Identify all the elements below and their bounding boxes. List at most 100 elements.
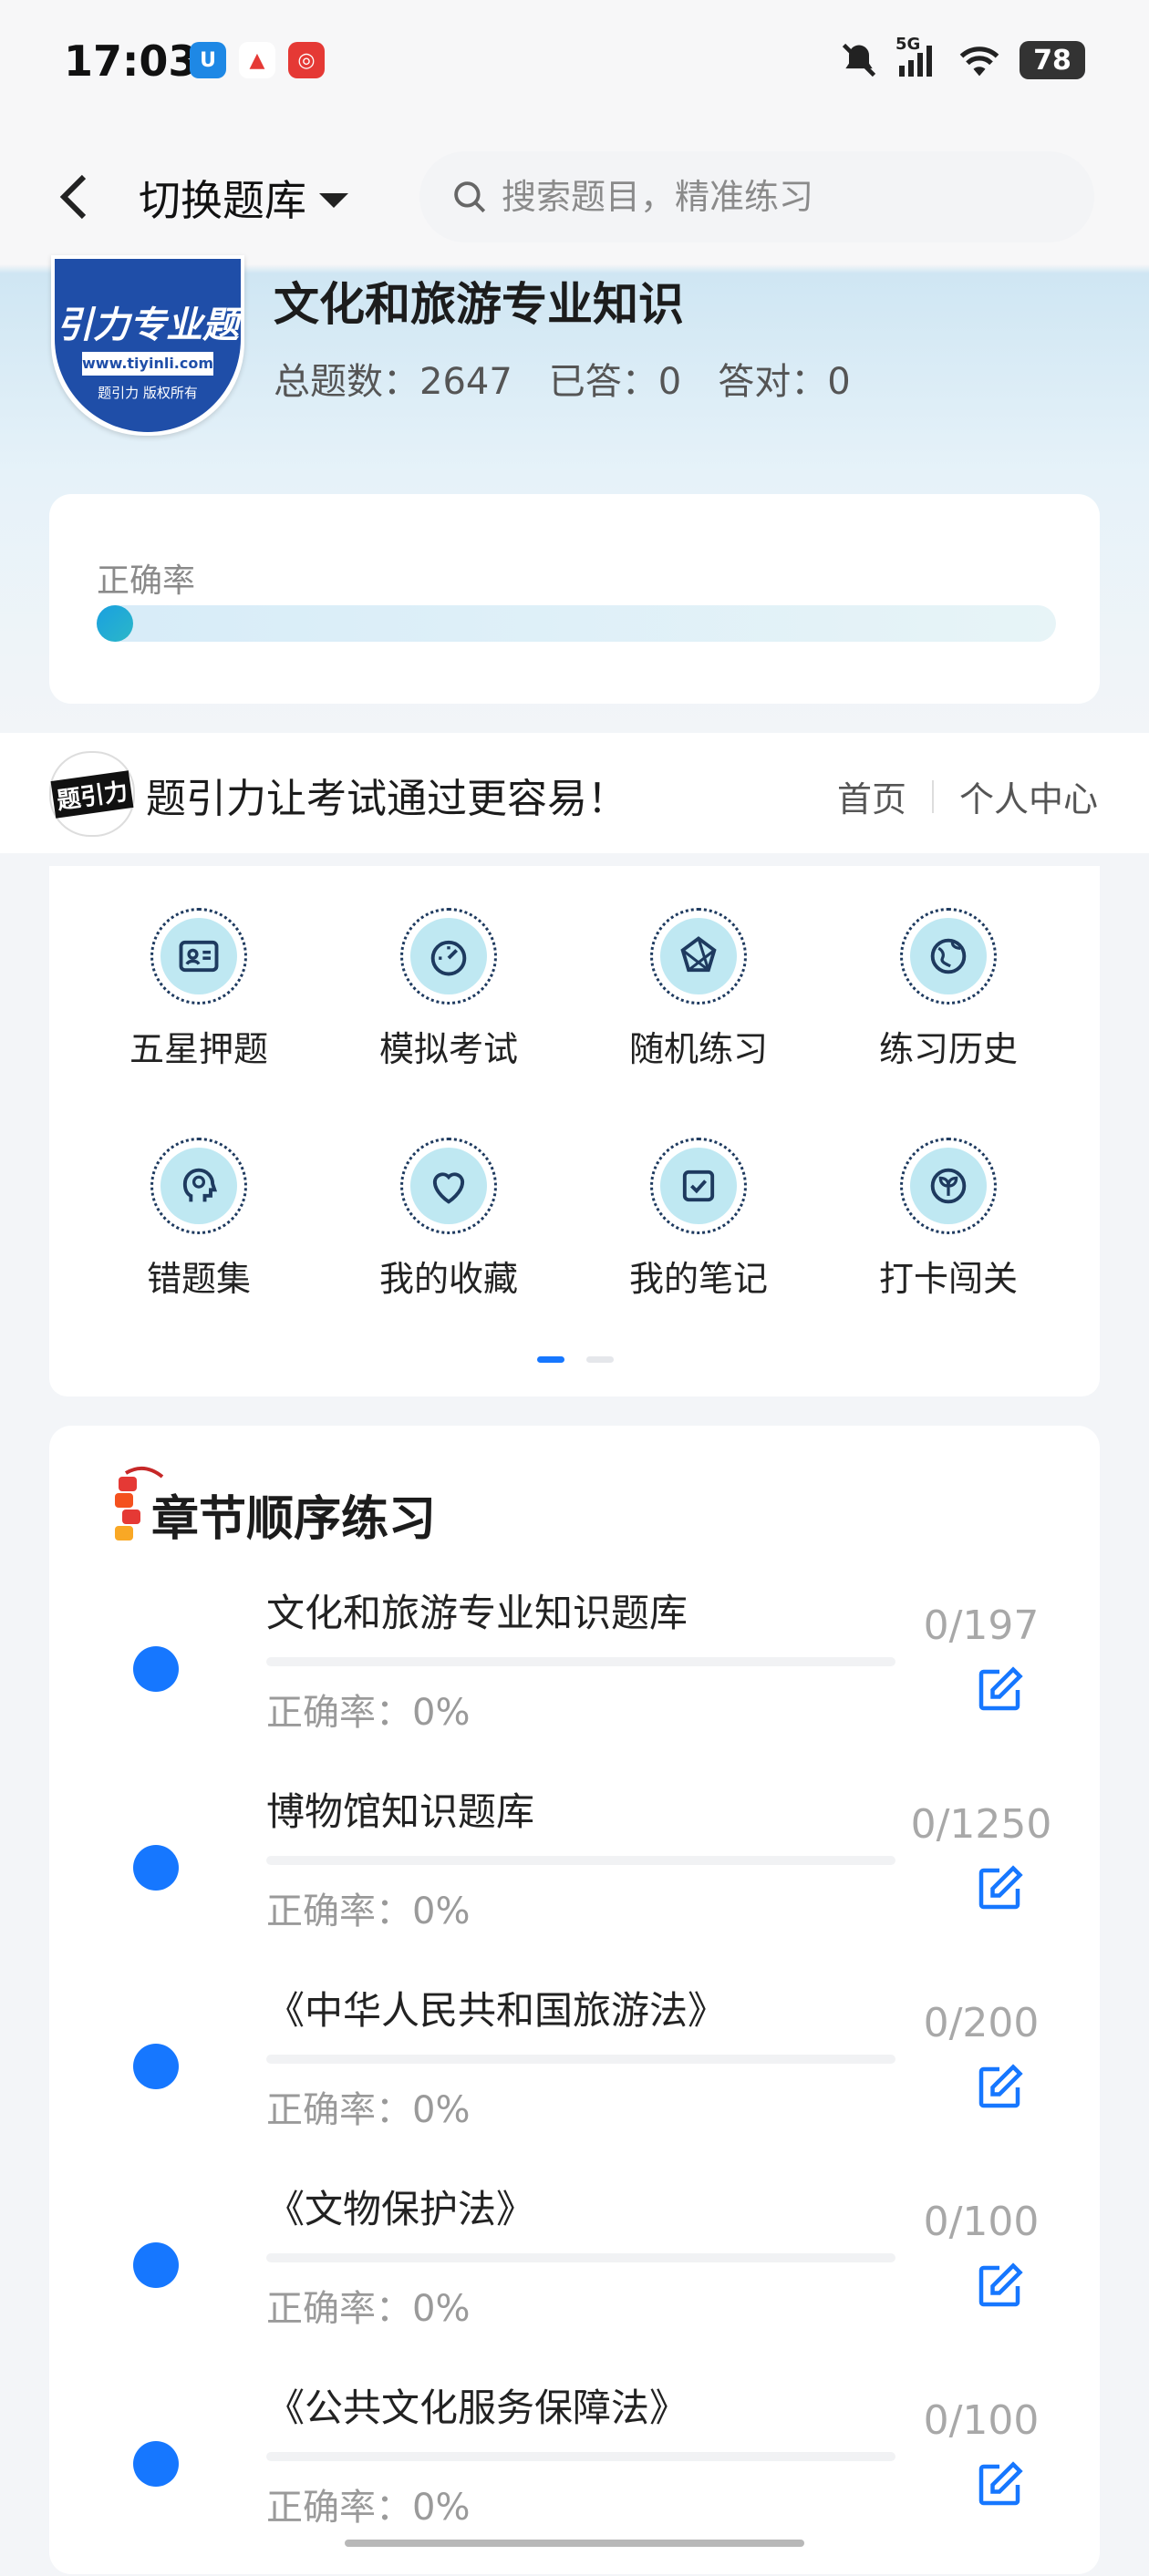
- correct-count: 答对：0: [718, 361, 851, 403]
- search-icon: [454, 181, 486, 213]
- status-bar: 17:03 U ▲ ◎ 5G 78: [0, 0, 1149, 128]
- chapter-section-title: 章节顺序练习: [151, 1492, 437, 1547]
- chapter-name: 《中华人民共和国旅游法》: [266, 1988, 727, 2033]
- answered-count: 已答：0: [548, 361, 682, 403]
- signal-icon: 5G: [895, 35, 939, 80]
- feature-label: 五星押题: [129, 1029, 268, 1069]
- globe-icon: [930, 938, 967, 974]
- brand-logo: 题引力: [49, 751, 135, 837]
- chapter-name: 《公共文化服务保障法》: [266, 2385, 688, 2430]
- accuracy-card: 正确率: [49, 494, 1100, 704]
- feature-wrong-answers[interactable]: 错题集: [89, 1138, 308, 1301]
- chapter-name: 《文物保护法》: [266, 2187, 535, 2231]
- sprout-icon: [930, 1168, 967, 1204]
- home-indicator[interactable]: [345, 2540, 804, 2547]
- search-input[interactable]: [500, 176, 1051, 218]
- chapter-dot: [133, 2242, 179, 2288]
- mute-bell-icon: [842, 43, 876, 77]
- feature-notes[interactable]: 我的笔记: [589, 1138, 808, 1301]
- bank-title: 文化和旅游专业知识: [274, 278, 684, 331]
- feature-practice-history[interactable]: 练习历史: [839, 908, 1058, 1071]
- edit-icon[interactable]: [972, 2060, 1027, 2115]
- chapter-count: 0/200: [923, 2000, 1040, 2046]
- chapter-count: 0/100: [923, 2397, 1040, 2444]
- chapter-accuracy: 正确率：0%: [266, 1692, 471, 1734]
- edit-icon[interactable]: [972, 1861, 1027, 1916]
- feature-label: 模拟考试: [378, 1029, 518, 1069]
- feature-random-practice[interactable]: 随机练习: [589, 908, 808, 1071]
- edit-icon[interactable]: [972, 1663, 1027, 1717]
- accuracy-progress-fill: [97, 605, 133, 642]
- feature-label: 练习历史: [878, 1029, 1018, 1069]
- feature-mock-exam[interactable]: 模拟考试: [339, 908, 558, 1071]
- logo-url-text: www.tiyinli.com: [82, 352, 213, 376]
- chapter-name: 文化和旅游专业知识题库: [266, 1591, 688, 1635]
- heart-icon: [432, 1172, 465, 1204]
- chapter-row[interactable]: 文化和旅游专业知识题库 正确率：0% 0/197: [49, 1582, 1100, 1781]
- network-type: 5G: [895, 35, 921, 54]
- personal-center-link[interactable]: 个人中心: [959, 771, 1098, 821]
- chapter-practice-card: 章节顺序练习 文化和旅游专业知识题库 正确率：0% 0/197 博物馆知识题库 …: [49, 1426, 1100, 2574]
- boat-app-icon: ▲: [239, 42, 275, 78]
- promo-slogan: 题引力让考试通过更容易！: [146, 776, 627, 822]
- bank-stats: 总题数：2647 已答：0 答对：0: [274, 352, 851, 405]
- accuracy-progress-track: [97, 605, 1056, 642]
- chapter-count: 0/1250: [910, 1801, 1052, 1848]
- feature-label: 我的笔记: [628, 1259, 768, 1299]
- chapter-accuracy: 正确率：0%: [266, 1891, 471, 1932]
- chapter-dot: [133, 2044, 179, 2089]
- chapter-progress-track: [266, 2452, 895, 2461]
- note-check-icon: [682, 1170, 715, 1202]
- battery-indicator: 78: [1020, 41, 1085, 79]
- accuracy-label: 正确率: [97, 562, 196, 600]
- app-notification-icon: U: [190, 42, 226, 78]
- chevron-left-icon: [59, 174, 87, 220]
- chapter-name: 博物馆知识题库: [266, 1789, 535, 1834]
- wifi-icon: [959, 46, 999, 77]
- chapter-row[interactable]: 博物馆知识题库 正确率：0% 0/1250: [49, 1781, 1100, 1980]
- link-divider: [931, 779, 934, 813]
- edit-icon[interactable]: [972, 2259, 1027, 2313]
- feature-five-star[interactable]: 五星押题: [89, 908, 308, 1071]
- promo-banner: 题引力 题引力让考试通过更容易！ 首页 个人中心: [0, 733, 1149, 853]
- chapter-dot: [133, 1646, 179, 1692]
- edit-icon[interactable]: [972, 2458, 1027, 2512]
- feature-check-in[interactable]: 打卡闯关: [839, 1138, 1058, 1301]
- chapter-count: 0/197: [923, 1602, 1040, 1649]
- chapter-dot: [133, 2441, 179, 2487]
- feature-grid: 五星押题 模拟考试 随机练习 练习历史 错题集 我的收藏 我的笔记 打卡闯关: [49, 866, 1100, 1396]
- switch-bank-label: 切换题库: [139, 176, 306, 225]
- switch-bank-button[interactable]: 切换题库: [139, 168, 348, 228]
- brand-logo-text: 题引力: [50, 769, 134, 819]
- id-card-icon: [179, 940, 219, 973]
- chapter-row[interactable]: 《文物保护法》 正确率：0% 0/100: [49, 2179, 1100, 2377]
- page-dot[interactable]: [586, 1356, 614, 1363]
- chapter-progress-track: [266, 1657, 895, 1666]
- feature-favorites[interactable]: 我的收藏: [339, 1138, 558, 1301]
- chapter-progress-track: [266, 2253, 895, 2262]
- shop-app-icon: ◎: [288, 42, 325, 78]
- feature-label: 错题集: [146, 1259, 251, 1299]
- chapter-row[interactable]: 《中华人民共和国旅游法》 正确率：0% 0/200: [49, 1980, 1100, 2179]
- page-indicator: [537, 1356, 614, 1363]
- home-link[interactable]: 首页: [837, 771, 906, 821]
- chapter-dot: [133, 1845, 179, 1891]
- chapter-progress-track: [266, 2055, 895, 2064]
- chapter-accuracy: 正确率：0%: [266, 2487, 471, 2529]
- total-questions: 总题数：2647: [274, 361, 512, 403]
- feature-label: 随机练习: [628, 1029, 768, 1069]
- search-bar[interactable]: [419, 151, 1094, 242]
- back-button[interactable]: [51, 170, 98, 224]
- top-navigation: 切换题库: [0, 137, 1149, 255]
- random-icon: [680, 936, 717, 973]
- chapter-accuracy: 正确率：0%: [266, 2288, 471, 2330]
- status-time: 17:03: [64, 36, 198, 86]
- page-dot-active[interactable]: [537, 1356, 564, 1363]
- logo-text: 引力专业题: [57, 304, 239, 346]
- gauge-icon: [430, 940, 467, 976]
- chapter-count: 0/100: [923, 2199, 1040, 2245]
- caret-down-icon: [319, 193, 348, 208]
- chapter-accuracy: 正确率：0%: [266, 2089, 471, 2131]
- bank-logo: 引力专业题 www.tiyinli.com 题引力 版权所有: [51, 255, 244, 436]
- logo-rights-text: 题引力 版权所有: [98, 385, 198, 401]
